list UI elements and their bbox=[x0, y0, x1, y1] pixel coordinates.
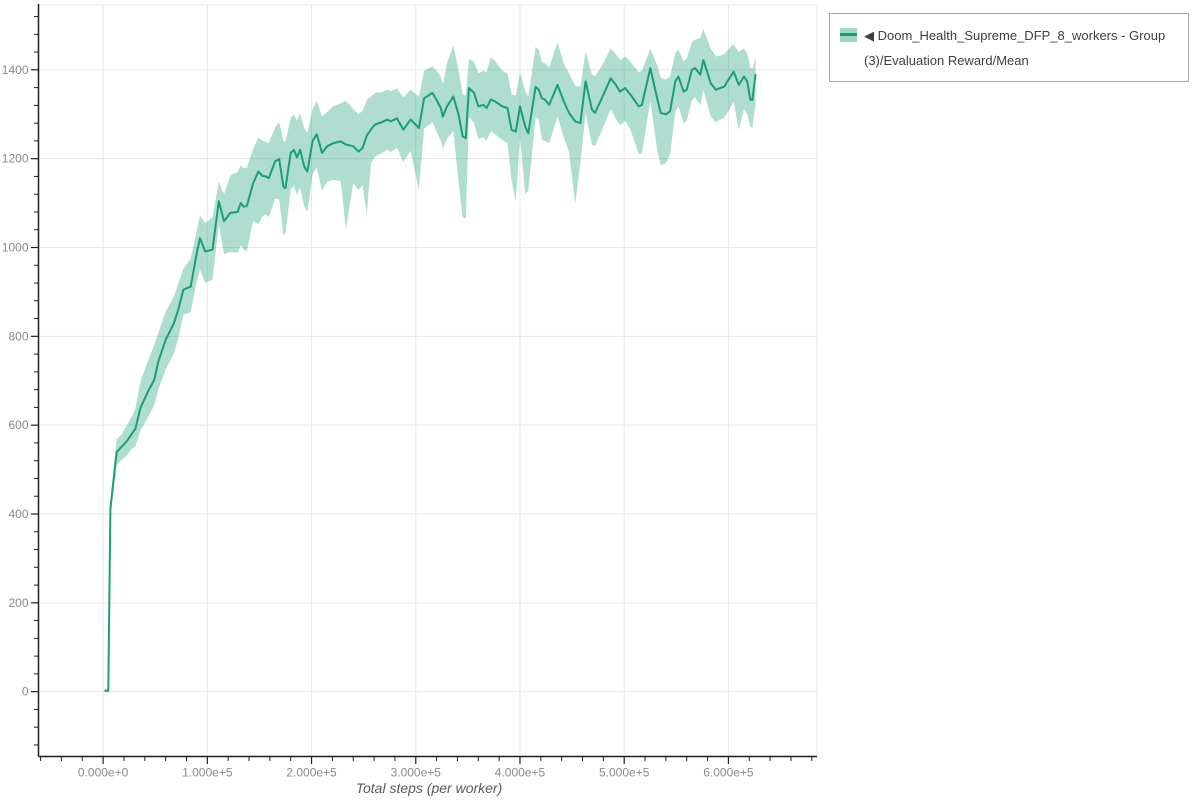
x-tick-label: 0.000e+0 bbox=[78, 766, 129, 780]
y-tick-labels: 0 200 400 600 800 1000 1200 1400 bbox=[2, 63, 29, 699]
y-tick-label: 400 bbox=[8, 507, 28, 521]
legend-series-label: ◀ Doom_Health_Supreme_DFP_8_workers - Gr… bbox=[864, 23, 1177, 73]
legend-entry[interactable]: ◀ Doom_Health_Supreme_DFP_8_workers - Gr… bbox=[840, 23, 1177, 73]
y-tick-label: 1400 bbox=[2, 63, 29, 77]
x-tick-labels: 0.000e+0 1.000e+5 2.000e+5 3.000e+5 4.000e+5… bbox=[78, 766, 754, 780]
x-tick-label: 6.000e+5 bbox=[703, 766, 754, 780]
x-axis-title: Total steps (per worker) bbox=[356, 780, 503, 796]
chart-page: { "legend": { "label": "◀ Doom_Health_Su… bbox=[0, 0, 1200, 800]
y-tick-label: 200 bbox=[8, 596, 28, 610]
x-tick-label: 3.000e+5 bbox=[391, 766, 442, 780]
legend-series-swatch bbox=[840, 28, 857, 42]
y-tick-label: 800 bbox=[8, 329, 28, 343]
reward-line-chart: 0.000e+0 1.000e+5 2.000e+5 3.000e+5 4.000e+5… bbox=[0, 0, 1200, 800]
y-tick-label: 0 bbox=[22, 685, 29, 699]
x-tick-label: 4.000e+5 bbox=[495, 766, 546, 780]
plot-area[interactable] bbox=[38, 5, 817, 757]
y-tick-label: 1000 bbox=[2, 241, 29, 255]
x-tick-label: 5.000e+5 bbox=[599, 766, 650, 780]
x-tick-label: 2.000e+5 bbox=[286, 766, 337, 780]
legend-series-line-icon bbox=[840, 33, 857, 36]
legend: ◀ Doom_Health_Supreme_DFP_8_workers - Gr… bbox=[829, 13, 1189, 82]
y-tick-label: 600 bbox=[8, 418, 28, 432]
y-tick-label: 1200 bbox=[2, 152, 29, 166]
x-tick-label: 1.000e+5 bbox=[182, 766, 233, 780]
